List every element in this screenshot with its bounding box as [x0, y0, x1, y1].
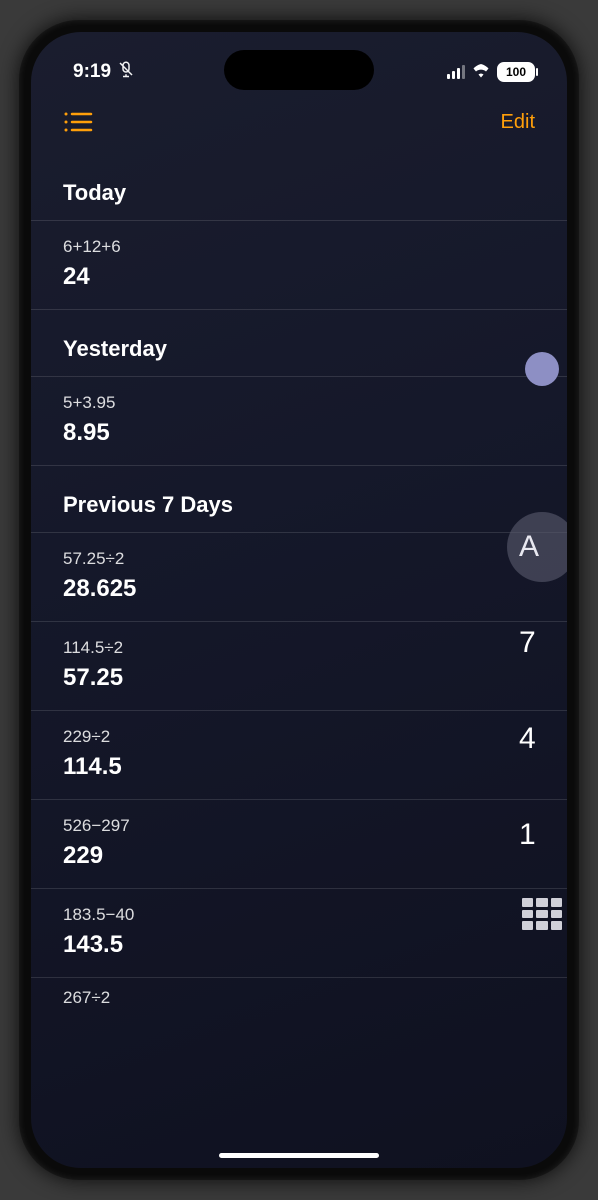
- history-row-partial[interactable]: 267÷2: [31, 978, 567, 1008]
- expression: 526−297: [63, 816, 535, 836]
- expression: 6+12+6: [63, 237, 535, 257]
- clock: 9:19: [73, 61, 111, 83]
- phone-frame: 9:19 100: [19, 20, 579, 1180]
- history-content[interactable]: Today 6+12+6 24 Yesterday 5+3.95 8.95 Pr…: [31, 154, 567, 1140]
- expression: 114.5÷2: [63, 638, 535, 658]
- expression: 229÷2: [63, 727, 535, 747]
- section-header-yesterday: Yesterday: [31, 310, 567, 377]
- history-row[interactable]: 5+3.95 8.95: [31, 377, 567, 466]
- result: 114.5: [63, 753, 535, 781]
- cellular-icon: [447, 65, 465, 79]
- result: 24: [63, 263, 535, 291]
- status-left: 9:19: [73, 60, 135, 84]
- section-header-today: Today: [31, 154, 567, 221]
- mute-icon: [117, 60, 135, 84]
- history-row[interactable]: 229÷2 114.5: [31, 711, 567, 800]
- edit-button[interactable]: Edit: [501, 111, 535, 134]
- result: 229: [63, 842, 535, 870]
- expression: 183.5−40: [63, 905, 535, 925]
- status-right: 100: [447, 62, 535, 83]
- expression: 57.25÷2: [63, 549, 535, 569]
- screen: 9:19 100: [31, 32, 567, 1168]
- dynamic-island: [224, 50, 374, 90]
- section-header-previous: Previous 7 Days: [31, 466, 567, 533]
- battery-icon: 100: [497, 62, 535, 82]
- result: 8.95: [63, 419, 535, 447]
- home-indicator[interactable]: [219, 1153, 379, 1158]
- history-row[interactable]: 6+12+6 24: [31, 221, 567, 310]
- result: 143.5: [63, 931, 535, 959]
- history-row[interactable]: 57.25÷2 28.625: [31, 533, 567, 622]
- wifi-icon: [471, 62, 491, 83]
- expression: 5+3.95: [63, 393, 535, 413]
- battery-level: 100: [506, 65, 526, 79]
- list-icon[interactable]: [63, 110, 93, 134]
- history-row[interactable]: 114.5÷2 57.25: [31, 622, 567, 711]
- result: 57.25: [63, 664, 535, 692]
- history-row[interactable]: 526−297 229: [31, 800, 567, 889]
- result: 28.625: [63, 575, 535, 603]
- nav-bar: Edit: [31, 92, 567, 154]
- history-row[interactable]: 183.5−40 143.5: [31, 889, 567, 978]
